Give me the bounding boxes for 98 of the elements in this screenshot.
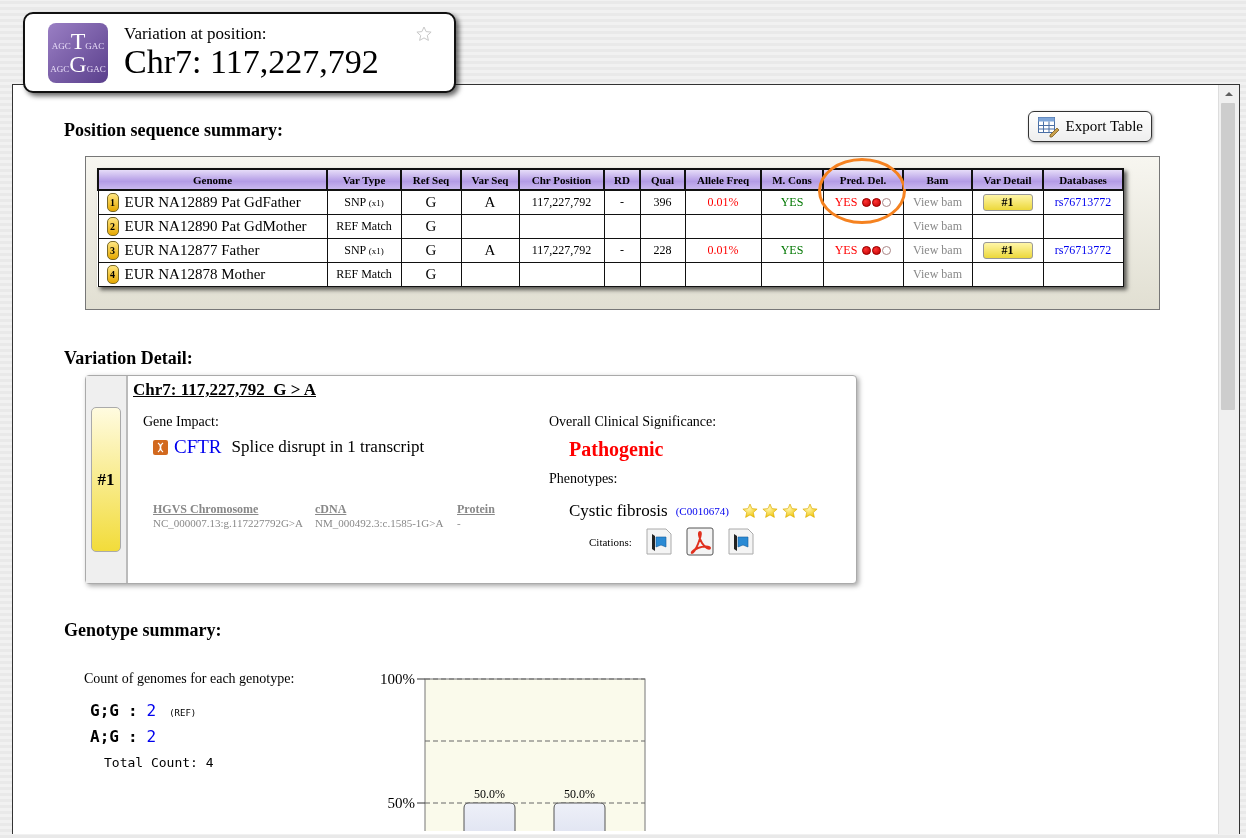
table-cell: 117,227,792 [519, 190, 604, 215]
scrollbar-thumb[interactable] [1221, 103, 1235, 410]
genome-name: EUR NA12889 Pat GdFather [124, 194, 301, 211]
separator: : [127, 727, 138, 746]
bar [463, 802, 516, 831]
genome-name: EUR NA12890 Pat GdMother [124, 218, 307, 235]
y-tick [416, 802, 426, 804]
row-number-badge: 4 [106, 265, 119, 284]
gene-impact-label: Gene Impact: [143, 414, 220, 430]
significance-label: Overall Clinical Significance: [549, 414, 718, 430]
column-header: Qual [640, 169, 685, 190]
table-cell: SNP (x1) [327, 190, 401, 215]
count-label: Count of genomes for each genotype: [84, 671, 296, 687]
pdf-icon[interactable] [685, 527, 714, 556]
genotype-count-link[interactable]: 2 [146, 701, 157, 720]
significance-value: Pathogenic [569, 438, 665, 461]
table-cell: REF Match [327, 262, 401, 287]
y-tick-label: 100% [380, 671, 415, 687]
hgvs-label[interactable]: HGVS Chromosome [153, 502, 304, 517]
citations-label: Citations: [589, 535, 632, 548]
variant-heading: Chr7: 117,227,792 G > A [133, 380, 316, 400]
position-title: Chr7: 117,227,792 [124, 43, 379, 80]
section-heading: Genotype summary: [64, 620, 223, 641]
row-number-badge: 1 [106, 193, 119, 212]
export-button[interactable]: Export Table [1027, 111, 1152, 142]
column-header: Allele Freq [685, 169, 761, 190]
bar-value-label: 50.0% [474, 787, 505, 801]
table-cell: YES [761, 190, 823, 215]
column-header: Databases [1043, 169, 1123, 190]
position-caption: Variation at position: [124, 23, 268, 44]
dna-icon [153, 439, 168, 455]
y-tick-label: 50% [387, 795, 415, 811]
reference-note: (REF) [169, 708, 197, 718]
document-icon[interactable] [645, 527, 672, 556]
star-icon[interactable] [416, 26, 434, 44]
column-header: Genome [98, 169, 327, 190]
column-header: Var Seq [461, 169, 519, 190]
genotype-label: G;G [90, 701, 119, 720]
total-count: Total Count: 4 [103, 755, 215, 770]
gene-link[interactable]: CFTR [174, 436, 222, 458]
table-cell: G [401, 190, 461, 215]
impact-text: Splice disrupt in 1 transcript [231, 437, 425, 457]
variant-detail-button[interactable]: #1 [982, 242, 1033, 259]
row-number-badge: 2 [106, 217, 119, 236]
bar-value-label: 50.0% [564, 787, 595, 801]
separator: : [127, 701, 138, 720]
star-icon [800, 502, 820, 520]
star-icon [780, 502, 800, 520]
hgvs-label[interactable]: cDNA [315, 502, 446, 517]
row-number-badge: 3 [106, 241, 119, 260]
table-cell: G [401, 214, 461, 239]
column-header: Bam [903, 169, 972, 190]
genotype-label: A;G [90, 727, 119, 746]
scroll-up-icon[interactable] [1224, 90, 1234, 98]
genotype-count-link[interactable]: 2 [146, 727, 157, 746]
table-cell: 0.01% [685, 190, 761, 215]
table-cell: 396 [640, 190, 685, 215]
table-cell: A [461, 190, 519, 215]
prediction-text: YES [834, 243, 858, 258]
phenotype-code-link[interactable]: (C0010674) [675, 505, 729, 517]
scrollbar[interactable] [1218, 85, 1239, 834]
column-header: RD [604, 169, 640, 190]
star-icon [760, 502, 780, 520]
table-cell: G [401, 238, 461, 263]
table-cell: 228 [640, 238, 685, 263]
column-header: Chr Position [519, 169, 604, 190]
table-cell: 117,227,792 [519, 238, 604, 263]
variant-detail-button[interactable]: #1 [982, 194, 1033, 211]
bar [553, 802, 606, 831]
star-icon [740, 502, 760, 520]
hgvs-value: - [457, 517, 462, 529]
phenotype-name: Cystic fibrosis [569, 501, 668, 521]
variant-badge-button[interactable]: #1 [91, 407, 121, 552]
table-cell: 0.01% [685, 238, 761, 263]
column-header: Ref Seq [401, 169, 461, 190]
table-cell: - [604, 190, 640, 215]
section-heading: Position sequence summary: [64, 119, 283, 141]
table-cell: G [401, 262, 461, 287]
table-cell: REF Match [327, 214, 401, 239]
genome-name: EUR NA12877 Father [124, 242, 260, 259]
section-heading: Variation Detail: [64, 348, 194, 369]
prediction-text: YES [834, 195, 858, 210]
column-header: M. Cons [761, 169, 823, 190]
table-cell: A [461, 238, 519, 263]
column-header: Var Detail [972, 169, 1043, 190]
table-cell: YES [761, 238, 823, 263]
logo: AGCTGAC AGCGGAC [48, 22, 108, 83]
hgvs-label[interactable]: Protein [457, 502, 518, 517]
table-cell: - [604, 238, 640, 263]
table-cell: SNP (x1) [327, 238, 401, 263]
hgvs-value: NM_000492.3:c.1585-1G>A [315, 517, 445, 529]
column-header: Var Type [327, 169, 401, 190]
phenotypes-label: Phenotypes: [549, 471, 619, 487]
table-icon [1036, 115, 1060, 138]
document-icon[interactable] [727, 527, 754, 556]
hgvs-value: NC_000007.13:g.117227792G>A [153, 517, 304, 529]
y-tick [416, 678, 426, 680]
genome-name: EUR NA12878 Mother [124, 266, 266, 283]
